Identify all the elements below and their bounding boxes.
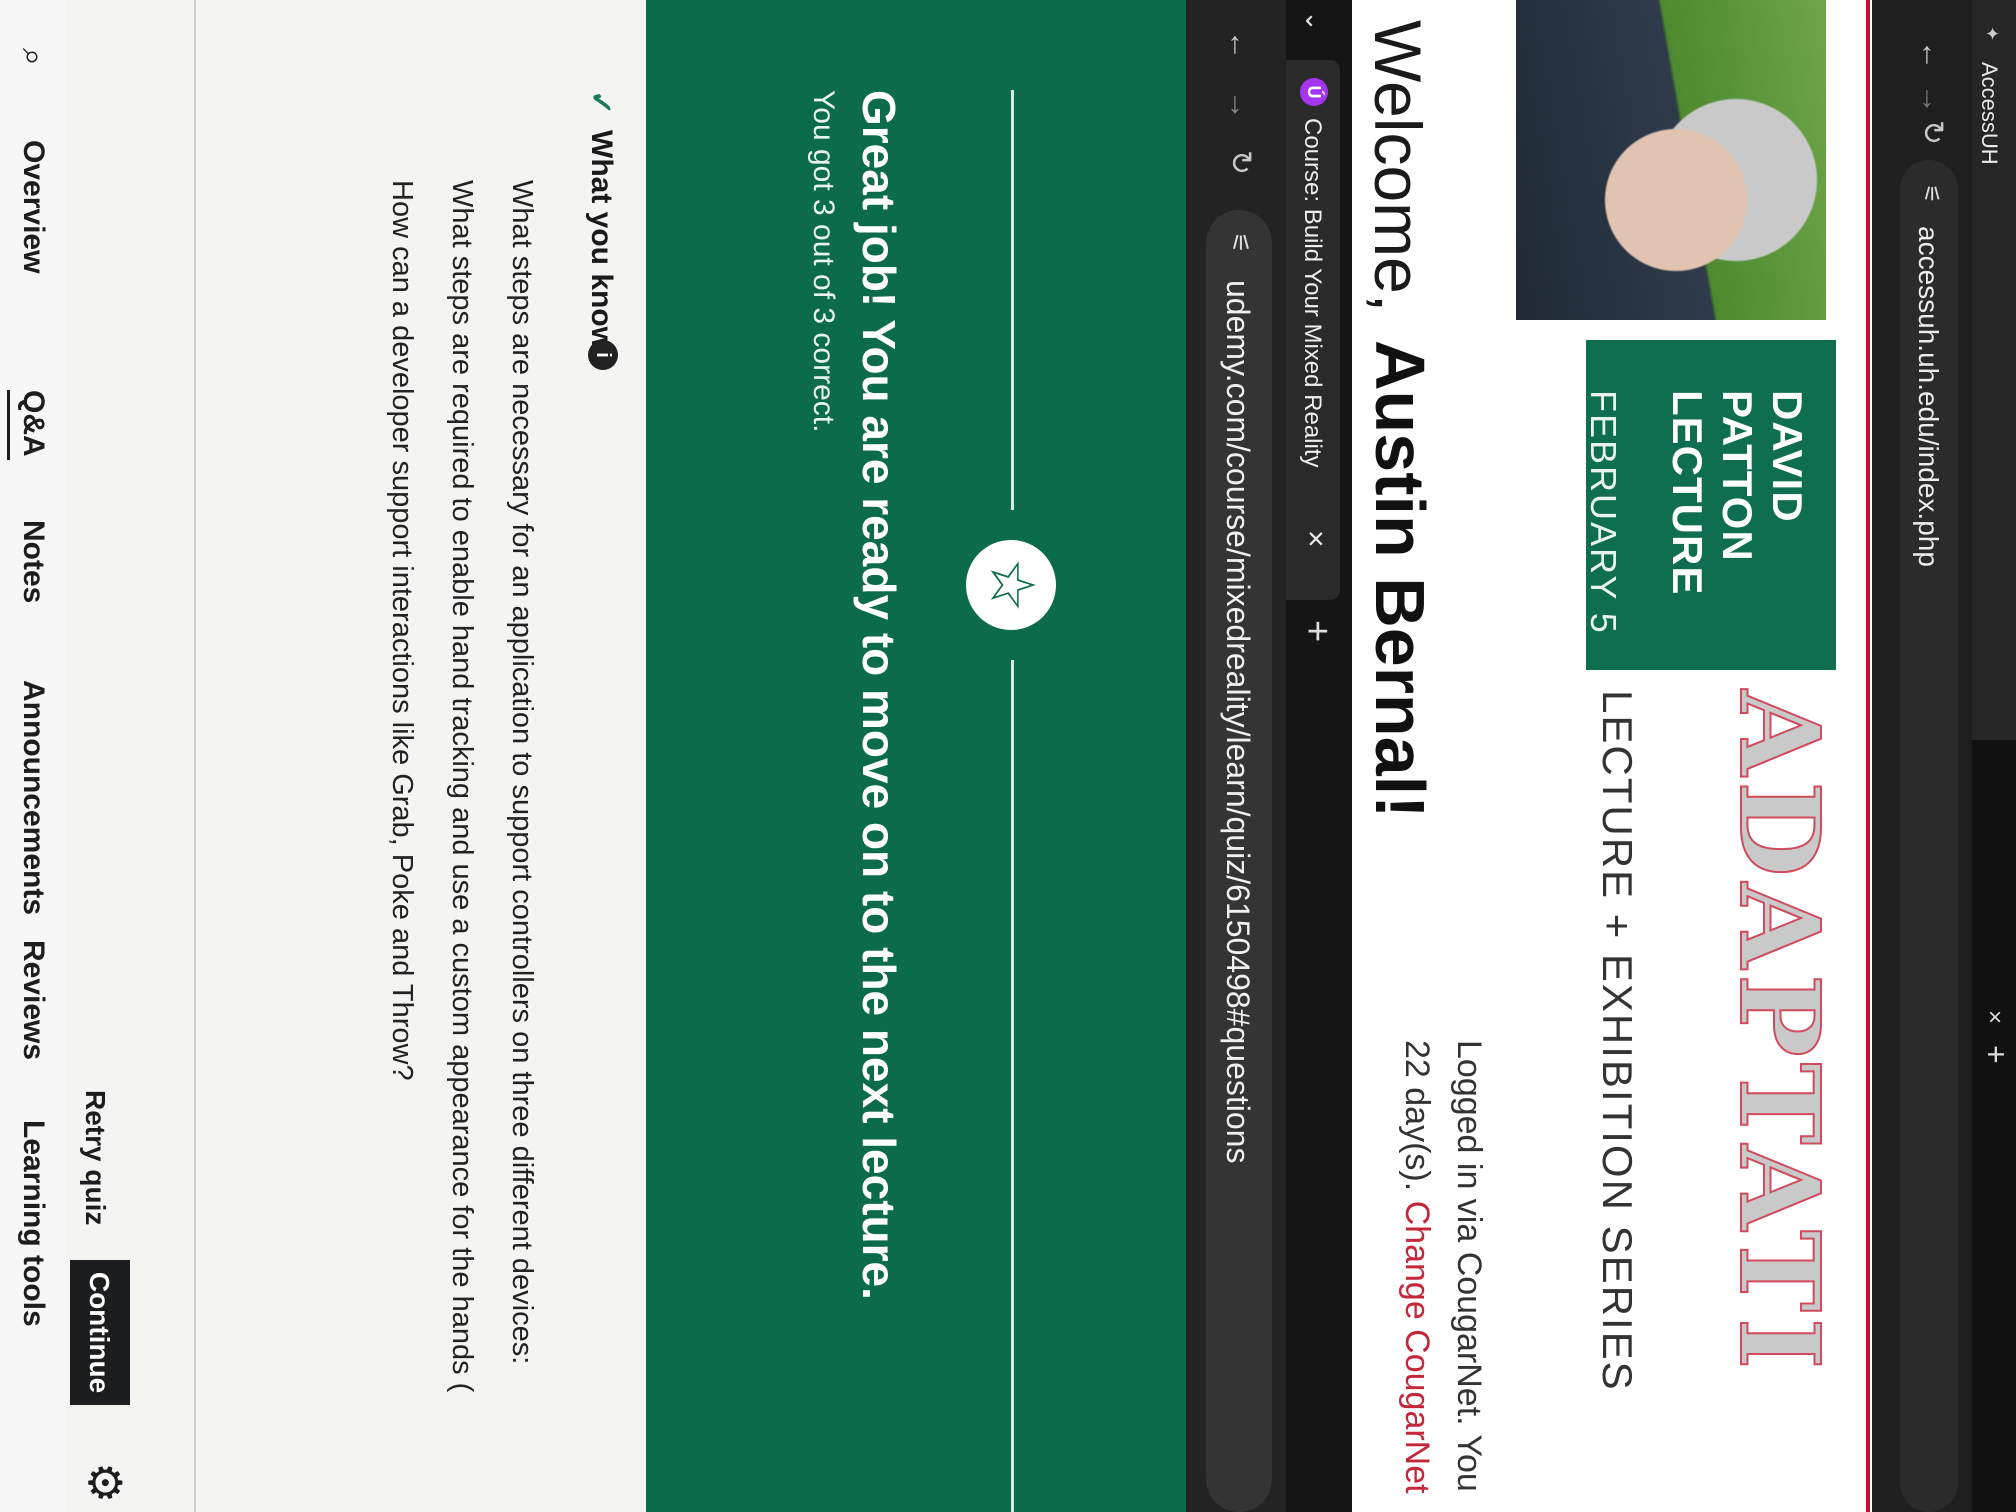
reload-icon[interactable]: ↻: [1915, 120, 1950, 145]
lecturer-photo: [1516, 0, 1826, 320]
arrow-left-icon[interactable]: ←: [1222, 30, 1256, 60]
active-tab-indicator: [7, 390, 10, 460]
continue-button[interactable]: Continue: [70, 1260, 130, 1405]
arrow-right-icon[interactable]: →: [1914, 84, 1948, 114]
quiz-result-headline: Great job! You are ready to move on to t…: [853, 90, 905, 1300]
background-tab[interactable]: ✦ AccessUH ×: [1972, 0, 2016, 1024]
tune-icon[interactable]: ⚟: [1225, 232, 1254, 254]
background-address-bar[interactable]: ⚟ accessuh.uh.edu/index.php: [1900, 160, 1958, 1512]
gear-icon[interactable]: ⚙: [78, 1462, 132, 1503]
tab-announcements[interactable]: Announcements: [16, 680, 50, 915]
tune-icon[interactable]: ⚟: [1918, 184, 1944, 204]
background-tab-close-icon[interactable]: ×: [1980, 1010, 2008, 1024]
what-you-know-toggle[interactable]: What you know: [584, 130, 618, 350]
change-cougarnet-link[interactable]: Change CougarNet: [1398, 1201, 1436, 1494]
promo-name-line-1: DAVID: [1764, 390, 1811, 523]
search-icon[interactable]: ⌕: [14, 48, 52, 66]
tab-notes[interactable]: Notes: [16, 520, 50, 603]
background-tab-title: AccessUH: [1977, 62, 2002, 165]
tab-overview[interactable]: Overview: [16, 140, 50, 273]
retry-quiz-button[interactable]: Retry quiz: [79, 1090, 111, 1225]
foreground-tab[interactable]: ⌄ Ú Course: Build Your Mixed Reality ×: [1286, 10, 1340, 600]
accessuh-favicon-icon: ✦: [1982, 26, 2002, 42]
tab-list-chevron-icon[interactable]: ⌄: [1299, 10, 1330, 32]
reload-icon[interactable]: ↻: [1223, 150, 1258, 175]
what-you-know-item: How can a developer support interactions…: [386, 180, 418, 1081]
udemy-favicon-icon: Ú: [1300, 78, 1328, 106]
foreground-address-bar[interactable]: ⚟ udemy.com/course/mixedreality/learn/qu…: [1206, 210, 1272, 1512]
foreground-tab-title: Course: Build Your Mixed Reality: [1299, 118, 1326, 468]
star-icon: ☆: [966, 540, 1056, 630]
promo-series: LECTURE + EXHIBITION SERIES: [1594, 690, 1641, 1392]
arrow-left-icon[interactable]: ←: [1914, 40, 1948, 70]
login-status-line-1: Logged in via CougarNet. You: [1450, 1040, 1488, 1492]
background-new-tab-button[interactable]: +: [1977, 1045, 2014, 1064]
progress-line-right: [1011, 660, 1014, 1512]
quiz-score: You got 3 out of 3 correct.: [807, 90, 840, 433]
login-status-line-2: 22 day(s). Change CougarNet: [1397, 1040, 1436, 1494]
welcome-prefix: Welcome,: [1361, 20, 1435, 313]
foreground-new-tab-button[interactable]: +: [1295, 620, 1338, 642]
promo-name-line-2: PATTON: [1714, 390, 1761, 562]
background-url: accessuh.uh.edu/index.php: [1913, 226, 1944, 567]
promo-headline: ADAPTATI: [1714, 689, 1845, 1376]
accessuh-red-rule: [1866, 0, 1870, 1512]
screen: ✦ AccessUH × + ← → ↻ ⚟ accessuh.uh.edu/i…: [0, 0, 2016, 1512]
tab-learning-tools[interactable]: Learning tools: [16, 1120, 50, 1327]
promo-date: FEBRUARY 5: [1583, 390, 1624, 635]
progress-line-left: [1011, 90, 1014, 510]
welcome-name: Austin Bernal!: [1361, 340, 1439, 819]
what-you-know-item: What steps are required to enable hand t…: [446, 180, 478, 1393]
check-icon[interactable]: ✓: [583, 90, 618, 115]
footer-divider: [194, 0, 196, 1512]
tab-qa[interactable]: Q&A: [16, 390, 50, 457]
info-icon[interactable]: i: [588, 340, 618, 370]
arrow-right-icon[interactable]: →: [1222, 90, 1256, 120]
tab-reviews[interactable]: Reviews: [16, 940, 50, 1060]
foreground-url: udemy.com/course/mixedreality/learn/quiz…: [1220, 280, 1256, 1164]
login-days-text: 22 day(s).: [1398, 1040, 1436, 1201]
promo-name-line-3: LECTURE: [1664, 390, 1711, 596]
foreground-tab-close-icon[interactable]: ×: [1298, 530, 1332, 548]
quiz-result-panel: [646, 0, 1186, 1512]
what-you-know-item: What steps are necessary for an applicat…: [506, 180, 538, 1365]
